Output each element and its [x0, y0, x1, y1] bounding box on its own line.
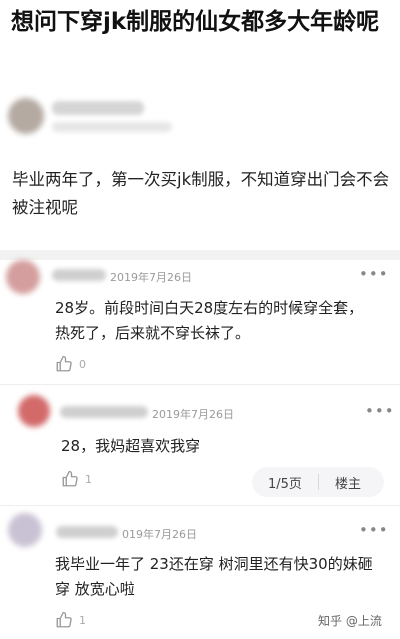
more-options-icon[interactable]: ••• [359, 265, 389, 283]
zhihu-watermark: 知乎 @上流 [318, 614, 382, 628]
section-divider [0, 250, 400, 260]
floor-owner-button[interactable]: 楼主 [319, 473, 377, 492]
more-options-icon[interactable]: ••• [359, 521, 389, 539]
comment-username-blurred[interactable] [52, 269, 106, 281]
comment-date: 019年7月26日 [122, 528, 197, 541]
like-button[interactable]: 1 [61, 470, 92, 488]
comment-avatar[interactable] [18, 395, 50, 427]
comment-separator [0, 384, 400, 385]
comment-username-blurred[interactable] [60, 406, 148, 418]
comment-separator [0, 505, 400, 506]
comment-date: 2019年7月26日 [110, 271, 192, 284]
like-button[interactable]: 1 [55, 611, 86, 629]
comment-text: 28，我妈超喜欢我穿 [61, 437, 201, 455]
post-title: 想问下穿jk制服的仙女都多大年龄呢 [11, 9, 380, 35]
like-count: 1 [85, 472, 92, 486]
thumbs-up-icon [56, 355, 72, 372]
comment-date: 2019年7月26日 [152, 408, 234, 421]
author-meta-blurred [52, 122, 172, 132]
like-count: 0 [79, 357, 86, 371]
thumbs-up-icon [56, 611, 72, 628]
comment-text: 28岁。前段时间白天28度左右的时候穿全套，热死了，后来就不穿长袜了。 [55, 299, 364, 342]
comment-avatar[interactable] [6, 260, 40, 294]
more-options-icon[interactable]: ••• [365, 402, 395, 420]
like-count: 1 [79, 613, 86, 627]
author-name-blurred [52, 101, 144, 115]
thread-pager: 1/5页 楼主 [252, 467, 384, 497]
thumbs-up-icon [62, 470, 78, 487]
author-avatar[interactable] [8, 98, 44, 134]
like-button[interactable]: 0 [55, 355, 86, 373]
page-indicator-button[interactable]: 1/5页 [252, 473, 318, 492]
comment-text: 我毕业一年了 23还在穿 树洞里还有快30的妹砸穿 放宽心啦 [55, 555, 373, 598]
comment-username-blurred[interactable] [56, 526, 118, 538]
comment-avatar[interactable] [8, 513, 42, 547]
post-body: 毕业两年了，第一次买jk制服，不知道穿出门会不会被注视呢 [12, 170, 390, 217]
